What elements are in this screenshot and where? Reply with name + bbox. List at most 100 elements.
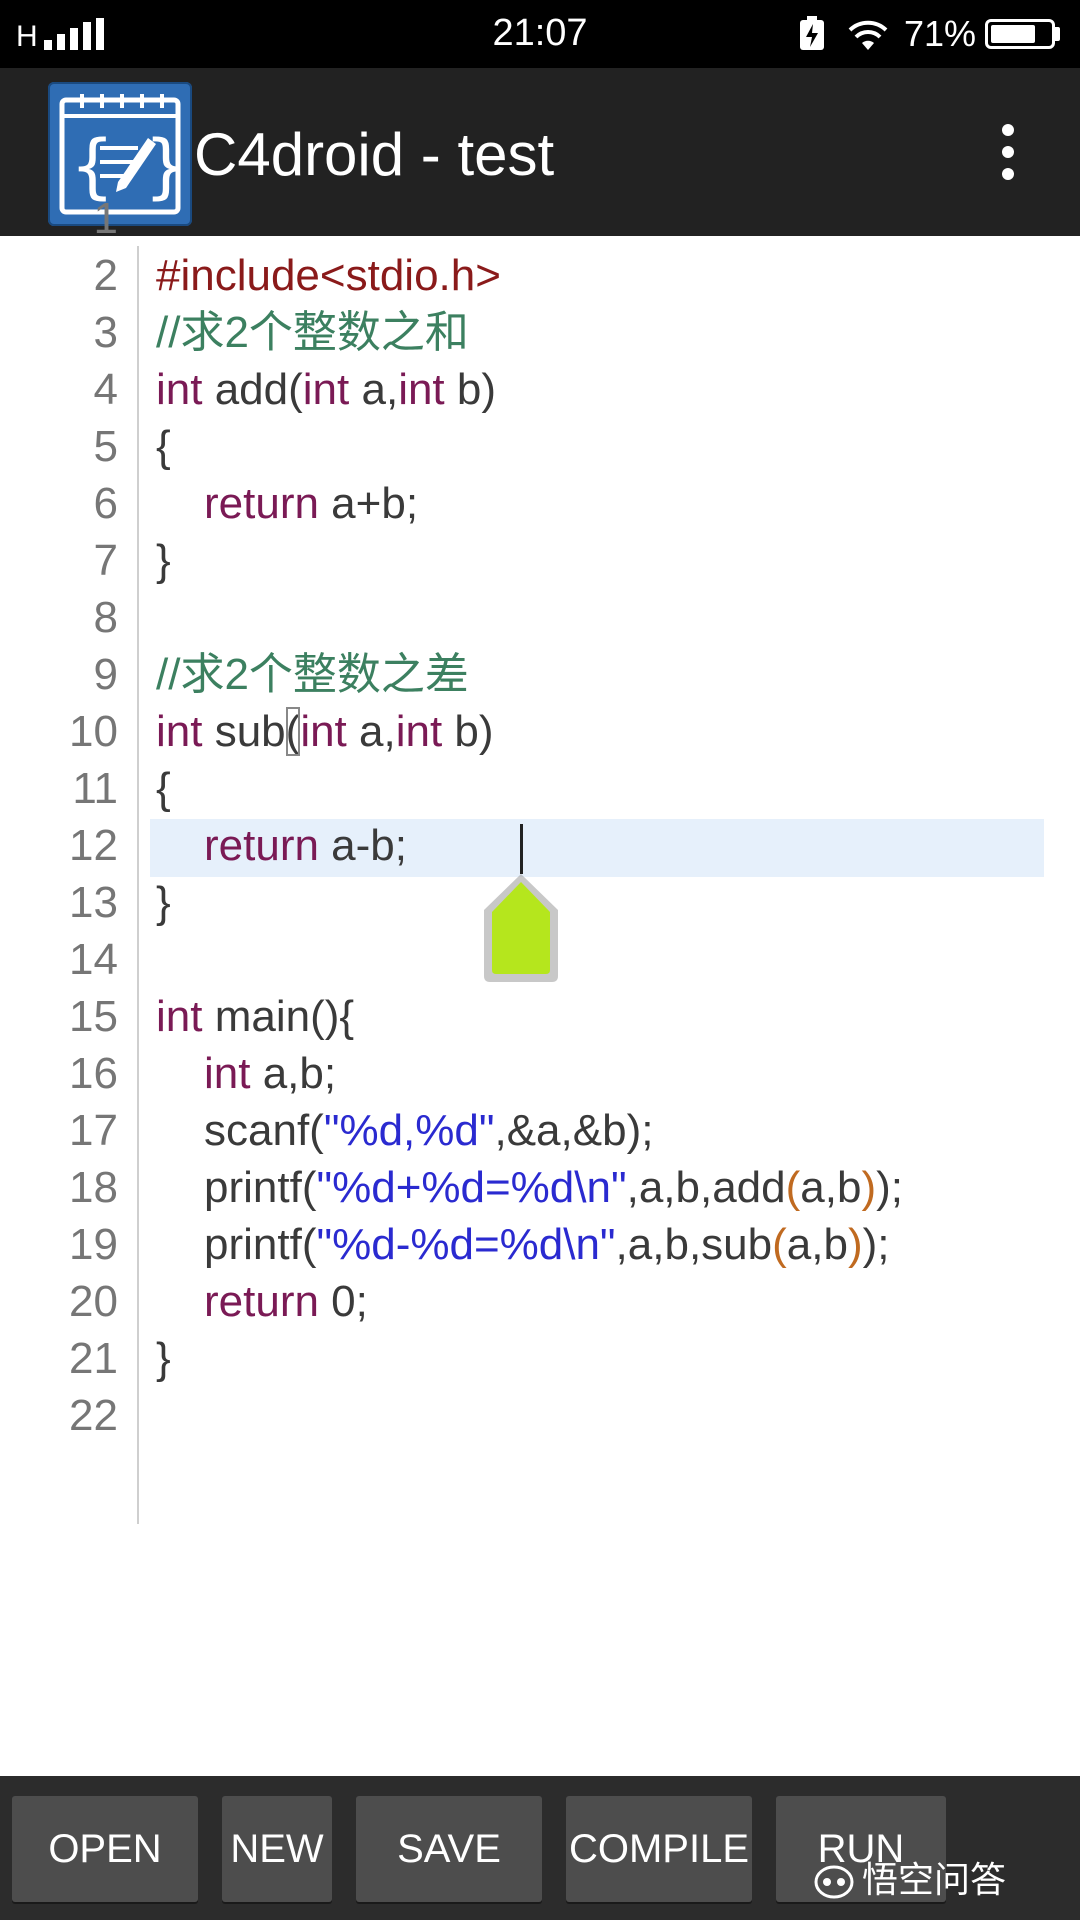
overflow-menu-icon[interactable]: [992, 124, 1024, 184]
line-number-13: 13: [69, 878, 118, 927]
code-line-19[interactable]: printf("%d+%d=%d\n",a,b,add(a,b));: [156, 1159, 903, 1216]
save-button[interactable]: SAVE: [356, 1796, 542, 1902]
string-literal: "%d,%d": [323, 1106, 495, 1155]
line-number-17: 17: [69, 1106, 118, 1155]
highlighted-paren: (: [772, 1220, 787, 1269]
keyword: return: [204, 821, 319, 870]
keyword: int: [204, 1049, 251, 1098]
status-bar: H 21:07 71%: [0, 0, 1080, 68]
code-text: a,b;: [250, 1049, 337, 1098]
comment: //求2个整数之和: [156, 308, 469, 357]
code-text: ,a,b,add: [626, 1163, 786, 1212]
code-line-6[interactable]: {: [156, 418, 171, 475]
line-number-1: 1: [93, 194, 118, 243]
line-number-9: 9: [93, 650, 118, 699]
battery-charging-icon: [800, 16, 824, 50]
code-text: ,a,b,sub: [615, 1220, 773, 1269]
keyword: int: [302, 365, 350, 414]
code-text: a,: [349, 365, 399, 414]
open-button[interactable]: OPEN: [12, 1796, 198, 1902]
preprocessor-directive: #include<stdio.h>: [156, 251, 501, 300]
highlighted-paren: ): [861, 1163, 877, 1212]
code-line-17[interactable]: int a,b;: [156, 1045, 336, 1102]
code-line-2[interactable]: #include<stdio.h>: [156, 247, 501, 304]
matched-bracket: (: [285, 707, 301, 756]
code-text: );: [862, 1220, 890, 1269]
code-text: 0;: [318, 1277, 368, 1326]
watermark-logo-icon: [814, 1865, 854, 1899]
code-line-4-comment[interactable]: //求2个整数之和: [156, 304, 469, 361]
code-text: b): [444, 365, 497, 414]
code-text: }: [156, 878, 171, 927]
line-number-22: 22: [69, 1391, 118, 1440]
keyword: int: [395, 707, 443, 756]
code-line-22[interactable]: }: [156, 1330, 171, 1387]
code-text: {: [156, 764, 171, 813]
line-number-10: 10: [69, 707, 118, 756]
keyword: return: [204, 479, 319, 528]
keyword: int: [156, 992, 203, 1041]
code-text: a,: [346, 707, 396, 756]
line-number-12: 12: [69, 821, 118, 870]
watermark-text: 悟空问答: [862, 1860, 1007, 1901]
code-line-16[interactable]: int main(){: [156, 988, 354, 1045]
cursor-handle-icon[interactable]: [480, 872, 562, 984]
code-line-13[interactable]: return a-b;: [156, 817, 407, 874]
app-title: C4droid - test: [194, 121, 555, 188]
line-number-6: 6: [93, 479, 118, 528]
string-literal: "%d-%d=%d\n": [316, 1220, 616, 1269]
gutter-divider: [137, 246, 139, 1524]
line-number-8: 8: [93, 593, 118, 642]
code-text: );: [876, 1163, 903, 1212]
battery-cap: [1055, 27, 1060, 41]
keyword: int: [156, 707, 203, 756]
code-text: add(: [202, 365, 303, 414]
line-number-16: 16: [69, 1049, 118, 1098]
code-line-5[interactable]: int add(int a,int b): [156, 361, 496, 418]
line-number-20: 20: [69, 1277, 118, 1326]
compile-button[interactable]: COMPILE: [566, 1796, 752, 1902]
line-number-2: 2: [93, 251, 118, 300]
line-number-3: 3: [93, 308, 118, 357]
code-text: printf(: [204, 1220, 317, 1269]
keyword: int: [300, 707, 347, 756]
code-text: b): [442, 707, 494, 756]
code-text: sub: [202, 707, 286, 756]
line-number-19: 19: [69, 1220, 118, 1269]
app-bar: { } C4droid - test: [0, 68, 1080, 236]
code-text: a-b;: [318, 821, 407, 870]
code-line-10[interactable]: //求2个整数之差: [156, 646, 469, 703]
highlighted-paren: (: [785, 1163, 801, 1212]
code-line-18[interactable]: scanf("%d,%d",&a,&b);: [156, 1102, 653, 1159]
code-line-21[interactable]: return 0;: [156, 1273, 368, 1330]
line-number-18: 18: [69, 1163, 118, 1212]
code-line-8[interactable]: }: [156, 532, 171, 589]
line-number-14: 14: [69, 935, 118, 984]
battery-percent: 71%: [904, 13, 977, 54]
code-line-20[interactable]: printf("%d-%d=%d\n",a,b,sub(a,b));: [156, 1216, 889, 1273]
new-button[interactable]: NEW: [222, 1796, 332, 1902]
code-text: a,b: [800, 1163, 862, 1212]
code-line-12[interactable]: {: [156, 760, 171, 817]
string-literal: "%d+%d=%d\n": [316, 1163, 627, 1212]
svg-text:}: }: [144, 125, 189, 207]
line-number-5: 5: [93, 422, 118, 471]
code-editor[interactable]: 1 2 3 4 5 6 7 8 9 10 11 12 13 14 15 16 17 18 19 20 21 22 #inc…: [0, 194, 1080, 1776]
code-text: printf(: [204, 1163, 317, 1212]
code-text: }: [156, 536, 171, 585]
text-cursor: [520, 824, 523, 874]
keyword: int: [398, 365, 445, 414]
line-number-21: 21: [69, 1334, 118, 1383]
code-text: }: [156, 1334, 171, 1383]
watermark: 悟空问答: [814, 1856, 1007, 1906]
line-number-11: 11: [72, 764, 118, 813]
comment: //求2个整数之差: [156, 650, 469, 699]
code-line-14[interactable]: }: [156, 874, 171, 931]
code-text: main(){: [202, 992, 355, 1041]
wifi-icon: [848, 20, 888, 50]
line-number-7: 7: [93, 536, 118, 585]
code-text: {: [156, 422, 171, 471]
code-line-11[interactable]: int sub(int a,int b): [156, 703, 494, 760]
code-text: a,b: [786, 1220, 848, 1269]
code-line-7[interactable]: return a+b;: [156, 475, 418, 532]
